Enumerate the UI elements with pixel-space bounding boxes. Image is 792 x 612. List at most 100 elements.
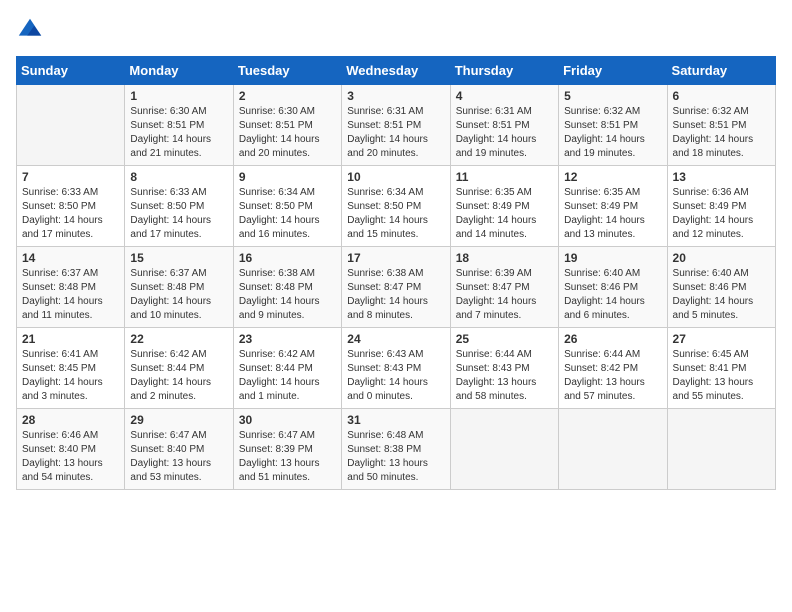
daylight-text: Daylight: 14 hours and 20 minutes.	[239, 134, 320, 159]
day-info: Sunrise: 6:35 AMSunset: 8:49 PMDaylight:…	[456, 186, 553, 242]
day-number: 15	[130, 251, 227, 265]
day-info: Sunrise: 6:36 AMSunset: 8:49 PMDaylight:…	[673, 186, 770, 242]
logo	[16, 16, 48, 44]
calendar-cell: 17 Sunrise: 6:38 AMSunset: 8:47 PMDayligh…	[342, 247, 450, 328]
sunset-text: Sunset: 8:51 PM	[456, 120, 530, 131]
day-info: Sunrise: 6:31 AMSunset: 8:51 PMDaylight:…	[456, 105, 553, 161]
day-info: Sunrise: 6:33 AMSunset: 8:50 PMDaylight:…	[130, 186, 227, 242]
sunrise-text: Sunrise: 6:39 AM	[456, 268, 532, 279]
daylight-text: Daylight: 13 hours and 58 minutes.	[456, 377, 537, 402]
day-info: Sunrise: 6:32 AMSunset: 8:51 PMDaylight:…	[564, 105, 661, 161]
calendar-cell	[17, 85, 125, 166]
sunrise-text: Sunrise: 6:33 AM	[130, 187, 206, 198]
day-number: 6	[673, 89, 770, 103]
day-number: 17	[347, 251, 444, 265]
day-info: Sunrise: 6:41 AMSunset: 8:45 PMDaylight:…	[22, 348, 119, 404]
calendar-cell: 9Sunrise: 6:34 AMSunset: 8:50 PMDaylight…	[233, 166, 341, 247]
sunrise-text: Sunrise: 6:40 AM	[673, 268, 749, 279]
weekday-header-friday: Friday	[559, 57, 667, 85]
day-number: 13	[673, 170, 770, 184]
day-info: Sunrise: 6:32 AMSunset: 8:51 PMDaylight:…	[673, 105, 770, 161]
sunset-text: Sunset: 8:50 PM	[22, 201, 96, 212]
sunrise-text: Sunrise: 6:37 AM	[22, 268, 98, 279]
sunset-text: Sunset: 8:49 PM	[456, 201, 530, 212]
daylight-text: Daylight: 13 hours and 50 minutes.	[347, 458, 428, 483]
calendar-cell: 19Sunrise: 6:40 AMSunset: 8:46 PMDayligh…	[559, 247, 667, 328]
calendar-cell: 4Sunrise: 6:31 AMSunset: 8:51 PMDaylight…	[450, 85, 558, 166]
day-info: Sunrise: 6:38 AMSunset: 8:47 PMDaylight:…	[347, 267, 444, 323]
day-number: 28	[22, 413, 119, 427]
day-info: Sunrise: 6:44 AMSunset: 8:43 PMDaylight:…	[456, 348, 553, 404]
sunset-text: Sunset: 8:47 PM	[347, 282, 421, 293]
day-info: Sunrise: 6:40 AMSunset: 8:46 PMDaylight:…	[673, 267, 770, 323]
sunrise-text: Sunrise: 6:38 AM	[239, 268, 315, 279]
calendar-cell: 20Sunrise: 6:40 AMSunset: 8:46 PMDayligh…	[667, 247, 775, 328]
calendar-cell: 29Sunrise: 6:47 AMSunset: 8:40 PMDayligh…	[125, 409, 233, 490]
day-number: 18	[456, 251, 553, 265]
day-info: Sunrise: 6:39 AMSunset: 8:47 PMDaylight:…	[456, 267, 553, 323]
calendar-cell: 7Sunrise: 6:33 AMSunset: 8:50 PMDaylight…	[17, 166, 125, 247]
day-info: Sunrise: 6:31 AM Sunset: 8:51 PM Daylight:…	[347, 105, 444, 161]
day-number: 31	[347, 413, 444, 427]
calendar-week-row: 1Sunrise: 6:30 AMSunset: 8:51 PMDaylight…	[17, 85, 776, 166]
sunset-text: Sunset: 8:51 PM	[347, 120, 421, 131]
calendar-week-row: 14Sunrise: 6:37 AMSunset: 8:48 PMDayligh…	[17, 247, 776, 328]
daylight-text: Daylight: 14 hours and 13 minutes.	[564, 215, 645, 240]
sunset-text: Sunset: 8:51 PM	[239, 120, 313, 131]
calendar-cell: 31Sunrise: 6:48 AMSunset: 8:38 PMDayligh…	[342, 409, 450, 490]
sunset-text: Sunset: 8:48 PM	[239, 282, 313, 293]
sunrise-text: Sunrise: 6:34 AM	[239, 187, 315, 198]
calendar-cell: 21Sunrise: 6:41 AMSunset: 8:45 PMDayligh…	[17, 328, 125, 409]
daylight-text: Daylight: 14 hours and 17 minutes.	[22, 215, 103, 240]
sunrise-text: Sunrise: 6:32 AM	[673, 106, 749, 117]
sunset-text: Sunset: 8:46 PM	[564, 282, 638, 293]
sunrise-text: Sunrise: 6:31 AM	[456, 106, 532, 117]
daylight-text: Daylight: 14 hours and 16 minutes.	[239, 215, 320, 240]
day-number: 16	[239, 251, 336, 265]
day-info: Sunrise: 6:35 AMSunset: 8:49 PMDaylight:…	[564, 186, 661, 242]
sunrise-text: Sunrise: 6:46 AM	[22, 430, 98, 441]
calendar-cell: 10Sunrise: 6:34 AMSunset: 8:50 PMDayligh…	[342, 166, 450, 247]
sunrise-text: Sunrise: 6:42 AM	[130, 349, 206, 360]
sunrise-text: Sunrise: 6:34 AM	[347, 187, 423, 198]
calendar-cell: 18 Sunrise: 6:39 AMSunset: 8:47 PMDayligh…	[450, 247, 558, 328]
calendar-cell: 15Sunrise: 6:37 AMSunset: 8:48 PMDayligh…	[125, 247, 233, 328]
calendar-week-row: 28 Sunrise: 6:46 AM Sunset: 8:40 PM Dayligh…	[17, 409, 776, 490]
daylight-text: Daylight: 14 hours and 18 minutes.	[673, 134, 754, 159]
day-number: 22	[130, 332, 227, 346]
calendar-cell: 12 Sunrise: 6:35 AMSunset: 8:49 PMDayligh…	[559, 166, 667, 247]
day-number: 24	[347, 332, 444, 346]
day-number: 3	[347, 89, 444, 103]
daylight-text: Daylight: 14 hours and 0 minutes.	[347, 377, 428, 402]
sunset-text: Sunset: 8:43 PM	[347, 363, 421, 374]
calendar-cell: 24 Sunrise: 6:43 AM Sunset: 8:43 PM Dayligh…	[342, 328, 450, 409]
day-info: Sunrise: 6:38 AMSunset: 8:48 PMDaylight:…	[239, 267, 336, 323]
daylight-text: Daylight: 14 hours and 11 minutes.	[22, 296, 103, 321]
daylight-text: Daylight: 13 hours and 54 minutes.	[22, 458, 103, 483]
daylight-text: Daylight: 13 hours and 55 minutes.	[673, 377, 754, 402]
calendar-cell	[667, 409, 775, 490]
sunset-text: Sunset: 8:45 PM	[22, 363, 96, 374]
logo-icon	[16, 16, 44, 44]
calendar-cell: 23Sunrise: 6:42 AMSunset: 8:44 PMDayligh…	[233, 328, 341, 409]
sunrise-text: Sunrise: 6:31 AM	[347, 106, 423, 117]
calendar-cell: 1Sunrise: 6:30 AMSunset: 8:51 PMDaylight…	[125, 85, 233, 166]
daylight-text: Daylight: 14 hours and 20 minutes.	[347, 134, 428, 159]
sunset-text: Sunset: 8:42 PM	[564, 363, 638, 374]
day-number: 19	[564, 251, 661, 265]
sunset-text: Sunset: 8:40 PM	[22, 444, 96, 455]
day-number: 10	[347, 170, 444, 184]
page-header	[16, 16, 776, 44]
sunrise-text: Sunrise: 6:43 AM	[347, 349, 423, 360]
day-info: Sunrise: 6:43 AM Sunset: 8:43 PM Daylight:…	[347, 348, 444, 404]
daylight-text: Daylight: 14 hours and 3 minutes.	[22, 377, 103, 402]
sunrise-text: Sunrise: 6:47 AM	[130, 430, 206, 441]
day-number: 2	[239, 89, 336, 103]
day-number: 25	[456, 332, 553, 346]
sunrise-text: Sunrise: 6:33 AM	[22, 187, 98, 198]
day-number: 12	[564, 170, 661, 184]
day-number: 9	[239, 170, 336, 184]
weekday-header-wednesday: Wednesday	[342, 57, 450, 85]
day-number: 8	[130, 170, 227, 184]
day-info: Sunrise: 6:44 AMSunset: 8:42 PMDaylight:…	[564, 348, 661, 404]
